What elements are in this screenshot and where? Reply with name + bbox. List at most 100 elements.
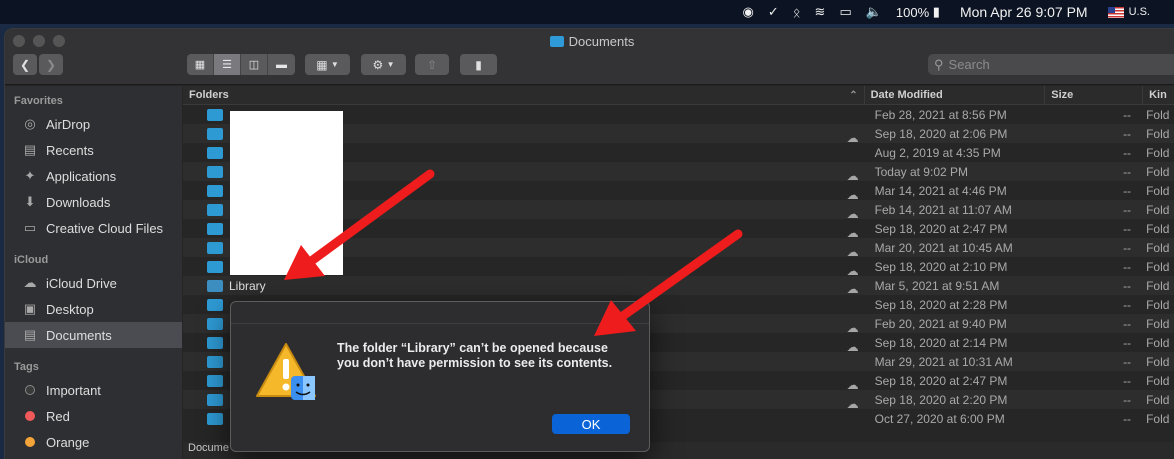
back-button[interactable]: ❮ — [13, 54, 37, 75]
cloud-download-icon[interactable]: ☁ — [847, 207, 859, 221]
file-name: Library — [229, 278, 266, 293]
folder-icon — [207, 203, 223, 216]
sidebar-item-documents[interactable]: ▤ Documents — [5, 322, 182, 348]
cloud-download-icon[interactable]: ☁ — [847, 397, 859, 411]
battery-status[interactable]: 100% ▮ — [896, 0, 940, 24]
cloud-download-icon[interactable]: ☁ — [847, 188, 859, 202]
search-field[interactable]: ⚲ — [928, 54, 1174, 75]
cell-kind: Fold — [1146, 164, 1170, 179]
search-icon: ⚲ — [934, 56, 944, 72]
menu-clock[interactable]: Mon Apr 26 9:07 PM — [960, 0, 1088, 24]
folder-icon — [207, 317, 223, 330]
cloud-icon[interactable]: ☁ — [847, 282, 859, 296]
wifi-icon[interactable]: ≋ — [815, 0, 826, 24]
cell-kind: Fold — [1146, 335, 1170, 350]
search-input[interactable] — [948, 57, 1149, 72]
cloud-download-icon[interactable]: ☁ — [847, 321, 859, 335]
column-header-name[interactable]: Folders ⌃ — [183, 86, 865, 104]
cell-date: Sep 18, 2020 at 2:10 PM — [874, 259, 1008, 274]
input-source-label: U.S. — [1128, 6, 1150, 18]
cloud-download-icon[interactable]: ☁ — [847, 245, 859, 259]
download-icon: ⬇ — [24, 194, 36, 209]
sidebar-item-downloads[interactable]: ⬇ Downloads — [5, 189, 182, 215]
sidebar-item-label: Red — [46, 408, 70, 424]
warning-icon — [256, 343, 316, 400]
battery-percent: 100% — [895, 4, 930, 20]
sidebar-item-icloud-drive[interactable]: ☁ iCloud Drive — [5, 270, 182, 296]
folder-icon — [207, 260, 223, 273]
folder-icon — [207, 222, 223, 235]
share-button[interactable]: ⇧ — [415, 54, 449, 75]
cloud-download-icon[interactable]: ☁ — [847, 378, 859, 392]
sidebar-item-label: Creative Cloud Files — [46, 220, 164, 236]
toolbar: Documents ❮ ❯ ▦ ☰ ◫ ▬ ▦ ▼ ⚙ ▼ ⇧ ▮ ⚲ — [5, 29, 1174, 85]
cloud-download-icon[interactable]: ☁ — [847, 169, 859, 183]
folder-icon — [207, 374, 223, 387]
cell-kind: Fold — [1146, 145, 1170, 160]
cell-kind: Fold — [1146, 297, 1170, 312]
column-header-kind[interactable]: Kin — [1143, 86, 1174, 104]
sidebar-item-applications[interactable]: ✦ Applications — [5, 163, 182, 189]
gallery-view-button[interactable]: ▬ — [268, 54, 295, 75]
sidebar-item-label: Orange — [46, 434, 90, 450]
cell-kind: Fold — [1146, 240, 1170, 255]
tags-button[interactable]: ▮ — [460, 54, 497, 75]
cell-size: -- — [1123, 259, 1132, 274]
cloud-download-icon[interactable]: ☁ — [847, 340, 859, 354]
cell-date: Sep 18, 2020 at 2:47 PM — [874, 373, 1008, 388]
cloud-download-icon[interactable]: ☁ — [847, 264, 859, 278]
column-view-button[interactable]: ◫ — [241, 54, 268, 75]
forward-button[interactable]: ❯ — [39, 54, 63, 75]
folder-icon — [207, 355, 223, 368]
sidebar-item-tag-important[interactable]: Important — [5, 377, 182, 403]
window-title: Documents — [5, 34, 1174, 49]
sidebar-heading-favorites: Favorites — [14, 95, 63, 107]
check-circle-icon[interactable]: ✓ — [768, 0, 779, 24]
sidebar-heading-tags: Tags — [14, 361, 39, 373]
volume-icon[interactable]: 🔈 — [866, 0, 882, 24]
sidebar-item-recents[interactable]: ▤ Recents — [5, 137, 182, 163]
share-icon: ⇧ — [426, 57, 438, 72]
cell-size: -- — [1123, 373, 1132, 388]
sidebar-item-tag-orange[interactable]: Orange — [5, 429, 182, 455]
folder-icon — [207, 184, 223, 197]
cloud-download-icon[interactable]: ☁ — [847, 226, 859, 240]
bluetooth-icon[interactable]: ᛟ — [793, 0, 801, 24]
column-header-date[interactable]: Date Modified — [865, 86, 1046, 104]
column-header-label: Date Modified — [870, 89, 943, 101]
ok-button[interactable]: OK — [552, 414, 630, 434]
sidebar-item-creative-cloud[interactable]: ▭ Creative Cloud Files — [5, 215, 182, 241]
sidebar-heading-icloud: iCloud — [14, 254, 49, 266]
redaction-box — [230, 111, 343, 275]
desktop-icon: ▣ — [23, 301, 37, 316]
action-menu-button[interactable]: ⚙ ▼ — [361, 54, 406, 75]
airdrop-icon: ◎ — [24, 116, 36, 131]
sort-ascending-icon: ⌃ — [849, 89, 858, 101]
cell-kind: Fold — [1146, 126, 1170, 141]
folder-icon — [207, 146, 223, 159]
folder-icon — [207, 279, 223, 292]
sidebar-item-tag-red[interactable]: Red — [5, 403, 182, 429]
sidebar-item-desktop[interactable]: ▣ Desktop — [5, 296, 182, 322]
cell-kind: Fold — [1146, 354, 1170, 369]
cloud-download-icon[interactable]: ☁ — [847, 131, 859, 145]
folder-icon — [207, 241, 223, 254]
us-flag-icon — [1107, 6, 1124, 18]
screen-recording-icon[interactable]: ◉ — [742, 0, 753, 24]
input-source-menu[interactable]: U.S. — [1107, 0, 1150, 24]
cell-date: Mar 20, 2021 at 10:45 AM — [874, 240, 1013, 255]
view-mode-control: ▦ ☰ ◫ ▬ — [187, 54, 295, 75]
table-row[interactable]: Library ☁ Mar 5, 2021 at 9:51 AM -- Fold — [183, 276, 1174, 296]
sidebar-item-airdrop[interactable]: ◎ AirDrop — [5, 111, 182, 137]
cell-kind: Fold — [1146, 202, 1170, 217]
list-view-button[interactable]: ☰ — [214, 54, 241, 75]
cell-date: Aug 2, 2019 at 4:35 PM — [874, 145, 1001, 160]
group-by-button[interactable]: ▦ ▼ — [305, 54, 350, 75]
cell-date: Feb 28, 2021 at 8:56 PM — [874, 107, 1007, 122]
column-header-size[interactable]: Size — [1045, 86, 1144, 104]
icon-view-button[interactable]: ▦ — [187, 54, 214, 75]
cell-date: Sep 18, 2020 at 2:06 PM — [874, 126, 1008, 141]
airplay-icon[interactable]: ▭ — [839, 0, 851, 24]
column-header-label: Kin — [1149, 89, 1167, 101]
path-bar-label: Docume — [188, 442, 229, 454]
